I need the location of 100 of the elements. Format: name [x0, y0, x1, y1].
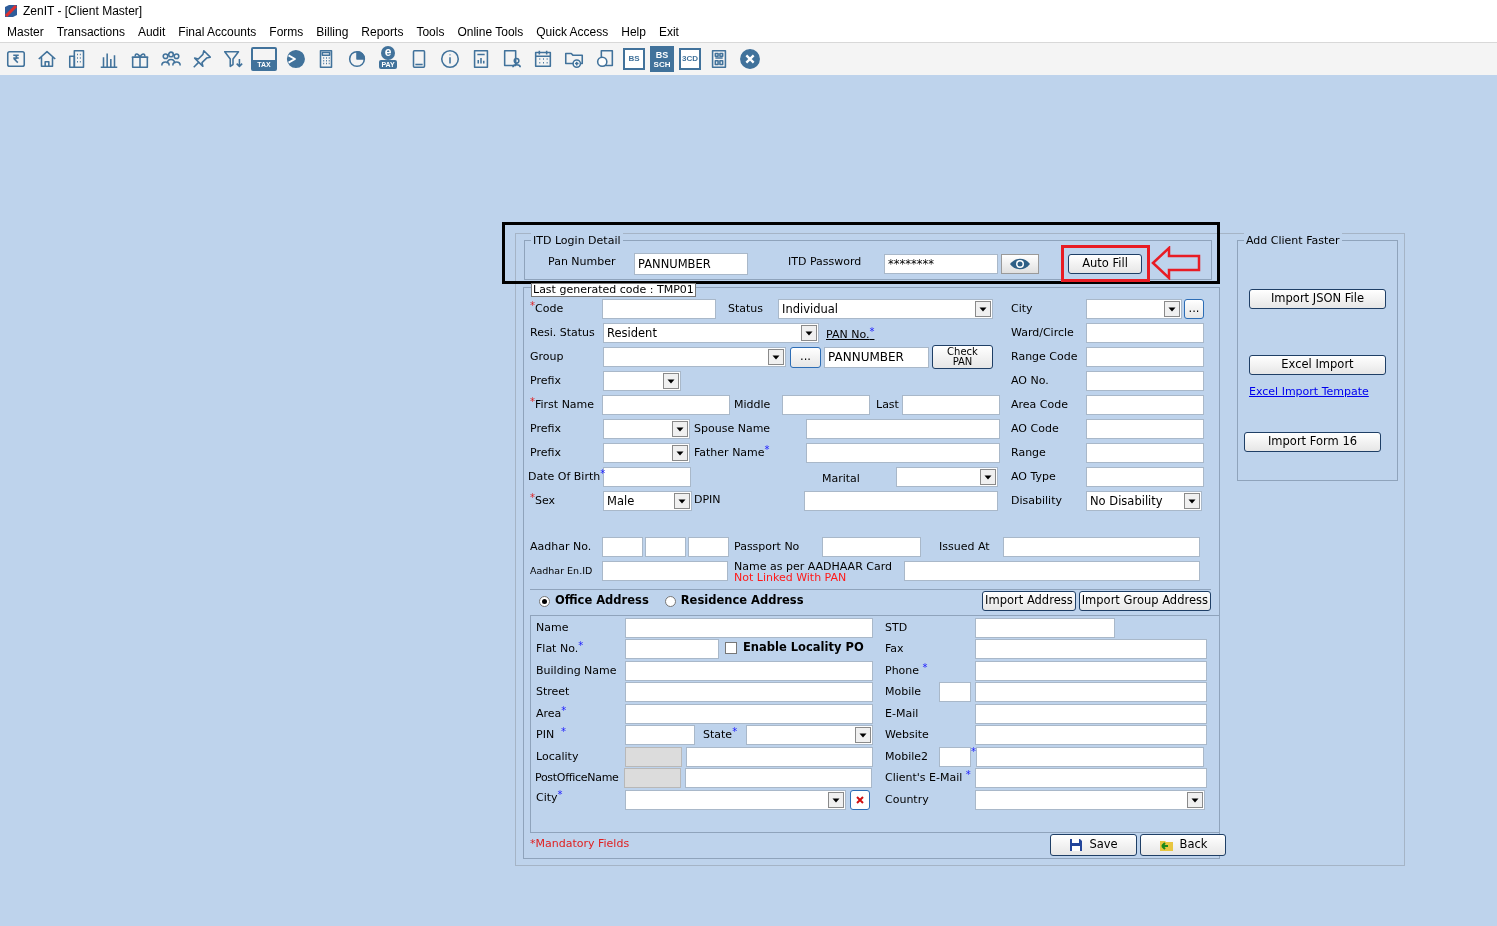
- text-field[interactable]: ********: [884, 254, 998, 274]
- text-field[interactable]: [939, 682, 971, 703]
- clear-button[interactable]: [850, 789, 870, 810]
- text-field[interactable]: [975, 660, 1207, 681]
- text-field[interactable]: [1086, 443, 1204, 463]
- browse-button[interactable]: ...: [790, 346, 821, 368]
- text-field[interactable]: [1086, 467, 1204, 487]
- toolbar-button[interactable]: [737, 46, 763, 72]
- text-field[interactable]: [625, 617, 873, 638]
- text-field[interactable]: [1086, 395, 1204, 415]
- field-label: Father Name*: [694, 444, 771, 461]
- text-field[interactable]: [1086, 419, 1204, 439]
- text-field[interactable]: [686, 746, 873, 767]
- text-field[interactable]: PANNUMBER: [634, 253, 748, 275]
- menu-item[interactable]: Forms: [269, 23, 304, 41]
- status-note: Not Linked With PAN: [734, 571, 848, 583]
- back-button[interactable]: Back: [1140, 834, 1226, 856]
- dropdown[interactable]: [975, 789, 1205, 810]
- import-form16-button[interactable]: Import Form 16: [1244, 431, 1381, 452]
- caret-icon: [855, 727, 871, 744]
- menu-item[interactable]: Online Tools: [457, 23, 524, 41]
- field-label: Marital: [822, 470, 861, 487]
- text-field[interactable]: [806, 419, 1000, 439]
- field-label: AO No.: [1011, 372, 1050, 389]
- checkbox-option[interactable]: Enable Locality PO: [725, 639, 864, 657]
- text-field[interactable]: [688, 537, 729, 557]
- excel-import-button[interactable]: Excel Import: [1249, 355, 1386, 375]
- text-field[interactable]: [625, 639, 719, 660]
- text-field[interactable]: [975, 617, 1115, 638]
- dropdown[interactable]: [603, 347, 786, 367]
- dropdown[interactable]: [603, 443, 690, 463]
- radio-option[interactable]: Residence Address: [664, 592, 804, 610]
- caret-icon: [975, 301, 991, 317]
- text-field[interactable]: [1003, 537, 1200, 557]
- dropdown[interactable]: [896, 467, 998, 487]
- text-field[interactable]: [1086, 347, 1204, 367]
- text-field[interactable]: [975, 703, 1207, 724]
- folder-arrow-icon: [1158, 838, 1174, 852]
- menu-item[interactable]: Tools: [416, 23, 445, 41]
- text-field[interactable]: PANNUMBER: [824, 346, 929, 368]
- import-button[interactable]: Import Address: [982, 591, 1076, 611]
- text-field[interactable]: [804, 491, 998, 511]
- menu-item[interactable]: Final Accounts: [178, 23, 257, 41]
- text-field[interactable]: [822, 537, 921, 557]
- text-field[interactable]: [975, 682, 1207, 703]
- browse-button[interactable]: ...: [1184, 299, 1204, 319]
- text-field[interactable]: [602, 561, 728, 581]
- menu-item[interactable]: Reports: [361, 23, 404, 41]
- text-field[interactable]: [1086, 323, 1204, 343]
- menu-item[interactable]: Exit: [658, 23, 679, 41]
- dropdown[interactable]: [603, 419, 690, 439]
- import-json-button[interactable]: Import JSON File: [1249, 289, 1386, 309]
- text-field[interactable]: [976, 746, 1204, 767]
- auto-fill-button[interactable]: Auto Fill: [1068, 254, 1142, 274]
- text-field[interactable]: [625, 660, 873, 681]
- text-field[interactable]: [806, 443, 1000, 463]
- check-pan-button[interactable]: Check PAN: [932, 345, 993, 369]
- template-link[interactable]: Excel Import Tempate: [1249, 384, 1369, 401]
- text-field[interactable]: [645, 537, 686, 557]
- text-field[interactable]: [904, 561, 1200, 581]
- text-field[interactable]: [975, 639, 1207, 660]
- menu-item[interactable]: Help: [621, 23, 646, 41]
- text-field[interactable]: [625, 682, 873, 703]
- import-button[interactable]: Import Group Address: [1078, 591, 1211, 611]
- pointer-arrow-icon: [1151, 246, 1201, 280]
- menu-item[interactable]: Quick Access: [536, 23, 609, 41]
- dropdown[interactable]: [746, 725, 873, 746]
- menu-item[interactable]: Master: [7, 23, 44, 41]
- field-label: *First Name: [530, 396, 596, 413]
- show-password-button[interactable]: [1001, 254, 1039, 274]
- text-field[interactable]: [902, 395, 1000, 415]
- calendar-icon: [532, 48, 554, 70]
- menu-item[interactable]: Transactions: [56, 23, 125, 41]
- text-field[interactable]: [975, 768, 1207, 789]
- toolbar-button[interactable]: 3CD: [679, 48, 701, 70]
- text-field[interactable]: [685, 768, 872, 789]
- save-button[interactable]: Save: [1050, 834, 1137, 856]
- text-field[interactable]: [625, 725, 695, 746]
- text-field[interactable]: [603, 467, 691, 487]
- text-field[interactable]: [939, 746, 971, 767]
- text-field[interactable]: [602, 537, 643, 557]
- radio-option[interactable]: Office Address: [539, 592, 649, 610]
- text-field[interactable]: [602, 299, 716, 319]
- text-field[interactable]: [1086, 371, 1204, 391]
- dropdown[interactable]: Resident: [603, 323, 819, 343]
- text-field[interactable]: [602, 395, 730, 415]
- field-label: AO Code: [1011, 420, 1060, 437]
- toolbar-button[interactable]: BS SCH: [650, 46, 674, 72]
- text-field[interactable]: [975, 725, 1207, 746]
- toolbar-button[interactable]: BS: [623, 48, 645, 70]
- menu-item[interactable]: Billing: [316, 23, 349, 41]
- text-field[interactable]: [782, 395, 870, 415]
- menu-item[interactable]: Audit: [137, 23, 166, 41]
- dropdown[interactable]: [603, 371, 681, 391]
- dropdown[interactable]: Male: [603, 491, 692, 511]
- dropdown[interactable]: [1086, 299, 1182, 319]
- field-label: Area Code: [1011, 396, 1069, 413]
- dropdown[interactable]: No Disability: [1086, 491, 1202, 511]
- dropdown[interactable]: Individual: [778, 299, 993, 319]
- text-field[interactable]: [625, 703, 873, 724]
